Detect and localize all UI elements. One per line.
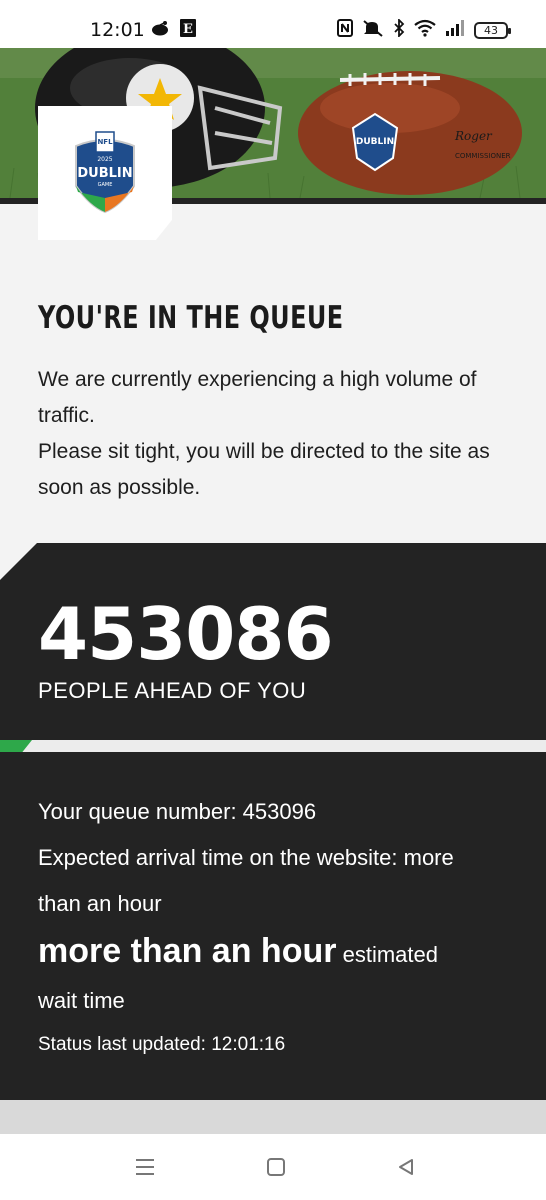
svg-text:DUBLIN: DUBLIN bbox=[356, 137, 394, 147]
nfc-icon bbox=[337, 19, 353, 41]
people-ahead-label: PEOPLE AHEAD OF YOU bbox=[38, 678, 307, 703]
wait-time-suffix: estimated bbox=[342, 942, 438, 967]
estimated-wait: more than an hour estimated bbox=[38, 932, 438, 971]
home-button[interactable] bbox=[261, 1154, 291, 1180]
back-triangle-icon bbox=[399, 1159, 413, 1175]
svg-text:2025: 2025 bbox=[97, 156, 112, 163]
dublin-game-logo: NFL 2025 DUBLIN GAME bbox=[75, 131, 135, 214]
people-ahead-count: 453086 bbox=[38, 592, 334, 676]
expected-arrival-line-2: than an hour bbox=[38, 891, 162, 916]
bluetooth-icon bbox=[393, 17, 405, 41]
svg-text:NFL: NFL bbox=[97, 138, 113, 146]
svg-text:Roger: Roger bbox=[454, 129, 493, 143]
signal-icon bbox=[445, 20, 465, 40]
battery-icon: 43 bbox=[474, 21, 511, 39]
status-time: 12:01 bbox=[90, 19, 145, 41]
home-square-icon bbox=[267, 1158, 285, 1176]
system-nav-bar bbox=[0, 1134, 546, 1200]
menu-icon bbox=[136, 1159, 154, 1175]
expected-arrival-line-1: Expected arrival time on the website: mo… bbox=[38, 845, 454, 870]
wait-time-value: more than an hour bbox=[38, 932, 337, 970]
last-updated: Status last updated: 12:01:16 bbox=[38, 1034, 286, 1055]
queue-details-panel: Your queue number: 453096 Expected arriv… bbox=[0, 752, 546, 1100]
intro-line-1: We are currently experiencing a high vol… bbox=[38, 368, 477, 427]
wifi-icon bbox=[414, 19, 436, 41]
page-title: YOU'RE IN THE QUEUE bbox=[38, 300, 344, 336]
recents-button[interactable] bbox=[130, 1154, 160, 1180]
reddit-icon bbox=[150, 20, 170, 40]
svg-text:COMMISSIONER: COMMISSIONER bbox=[455, 152, 511, 160]
status-bar: 12:01 E 43 bbox=[0, 0, 546, 48]
intro-line-2: Please sit tight, you will be directed t… bbox=[38, 440, 490, 499]
intro-message: We are currently experiencing a high vol… bbox=[38, 362, 518, 506]
svg-text:DUBLIN: DUBLIN bbox=[77, 166, 132, 181]
mute-icon bbox=[362, 19, 384, 41]
svg-text:E: E bbox=[183, 22, 193, 37]
football-image: DUBLIN Roger COMMISSIONER bbox=[298, 71, 522, 195]
back-button[interactable] bbox=[391, 1154, 421, 1180]
wait-time-label: wait time bbox=[38, 988, 125, 1013]
app-e-icon: E bbox=[180, 19, 196, 41]
svg-text:GAME: GAME bbox=[98, 182, 113, 188]
queue-number: Your queue number: 453096 bbox=[38, 799, 317, 824]
footer-strip bbox=[0, 1100, 546, 1134]
logo-card: NFL 2025 DUBLIN GAME bbox=[38, 106, 172, 240]
section-divider bbox=[0, 740, 546, 752]
